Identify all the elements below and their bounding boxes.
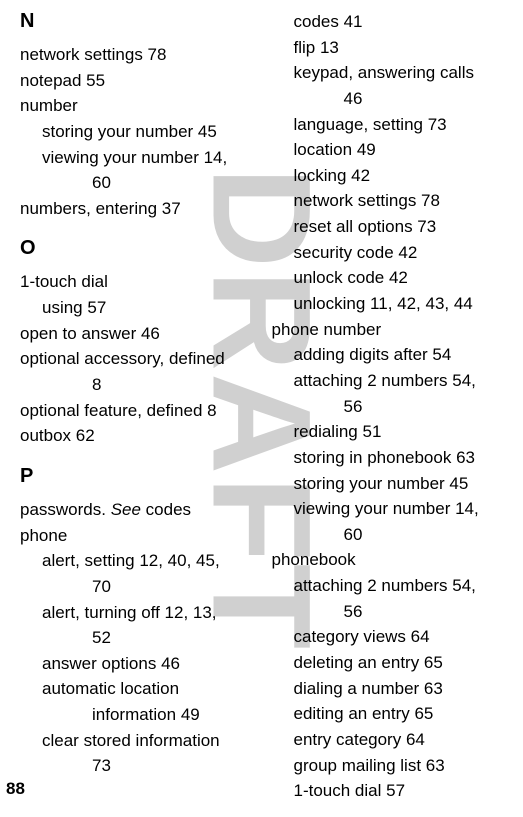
index-subentry: answer options 46	[20, 652, 262, 677]
index-entry: numbers, entering 37	[20, 197, 262, 222]
index-subentry: codes 41	[272, 10, 514, 35]
section-header-n: N	[20, 10, 262, 33]
section-header-o: O	[20, 237, 262, 260]
index-subentry: keypad, answering calls	[272, 61, 514, 86]
index-subentry: storing your number 45	[272, 472, 514, 497]
index-subentry: flip 13	[272, 36, 514, 61]
index-subentry: dialing a number 63	[272, 677, 514, 702]
index-subentry: 1-touch dial 57	[272, 779, 514, 804]
index-entry: passwords. See codes	[20, 498, 262, 523]
index-subentry: language, setting 73	[272, 113, 514, 138]
index-entry: phone	[20, 524, 262, 549]
index-entry: optional feature, defined 8	[20, 399, 262, 424]
index-subentry: security code 42	[272, 241, 514, 266]
index-entry: network settings 78	[20, 43, 262, 68]
index-subentry: storing in phonebook 63	[272, 446, 514, 471]
index-continuation: 70	[20, 575, 262, 600]
index-subentry: clear stored information	[20, 729, 262, 754]
left-column: N network settings 78 notepad 55 number …	[0, 10, 272, 805]
index-subentry: locking 42	[272, 164, 514, 189]
index-subentry: category views 64	[272, 625, 514, 650]
index-subentry: network settings 78	[272, 189, 514, 214]
see-reference: See	[111, 500, 141, 519]
index-subentry: alert, turning off 12, 13,	[20, 601, 262, 626]
index-subentry: redialing 51	[272, 420, 514, 445]
page-number: 88	[6, 779, 25, 799]
index-subentry: group mailing list 63	[272, 754, 514, 779]
index-subentry: deleting an entry 65	[272, 651, 514, 676]
index-continuation: 60	[272, 523, 514, 548]
index-continuation: 8	[20, 373, 262, 398]
index-continuation: information 49	[20, 703, 262, 728]
index-subentry: storing your number 45	[20, 120, 262, 145]
index-subentry: viewing your number 14,	[272, 497, 514, 522]
index-continuation: 52	[20, 626, 262, 651]
index-continuation: 73	[20, 754, 262, 779]
index-subentry: attaching 2 numbers 54,	[272, 574, 514, 599]
index-subentry: viewing your number 14,	[20, 146, 262, 171]
index-subentry: attaching 2 numbers 54,	[272, 369, 514, 394]
index-entry: optional accessory, defined	[20, 347, 262, 372]
index-entry: phonebook	[272, 548, 514, 573]
entry-text: codes	[141, 500, 191, 519]
index-subentry: editing an entry 65	[272, 702, 514, 727]
index-subentry: unlocking 11, 42, 43, 44	[272, 292, 514, 317]
index-entry: outbox 62	[20, 424, 262, 449]
index-entry: phone number	[272, 318, 514, 343]
index-entry: 1-touch dial	[20, 270, 262, 295]
index-subentry: automatic location	[20, 677, 262, 702]
index-continuation: 60	[20, 171, 262, 196]
index-continuation: 46	[272, 87, 514, 112]
index-subentry: location 49	[272, 138, 514, 163]
section-header-p: P	[20, 465, 262, 488]
index-subentry: unlock code 42	[272, 266, 514, 291]
index-subentry: alert, setting 12, 40, 45,	[20, 549, 262, 574]
index-entry: open to answer 46	[20, 322, 262, 347]
right-column: codes 41 flip 13 keypad, answering calls…	[272, 10, 523, 805]
index-subentry: entry category 64	[272, 728, 514, 753]
index-continuation: 56	[272, 395, 514, 420]
index-subentry: using 57	[20, 296, 262, 321]
index-columns: N network settings 78 notepad 55 number …	[0, 0, 523, 805]
index-subentry: reset all options 73	[272, 215, 514, 240]
index-subentry: adding digits after 54	[272, 343, 514, 368]
entry-text: passwords.	[20, 500, 111, 519]
index-entry: number	[20, 94, 262, 119]
index-entry: notepad 55	[20, 69, 262, 94]
index-continuation: 56	[272, 600, 514, 625]
